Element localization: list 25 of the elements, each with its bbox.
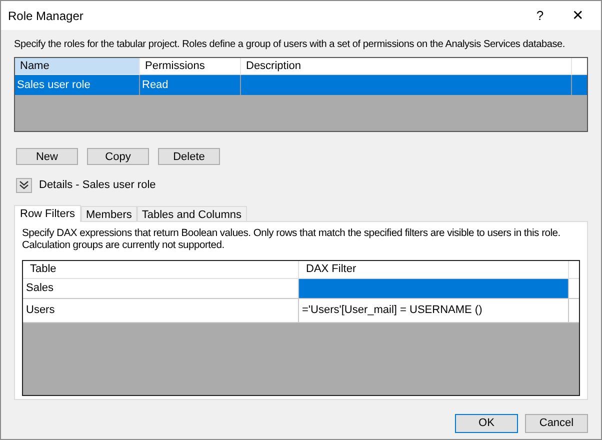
column-header[interactable]: DAX Filter bbox=[299, 260, 569, 278]
window-title: Role Manager bbox=[8, 8, 84, 24]
table-cell-text: Users bbox=[26, 302, 55, 318]
action-button[interactable]: Delete bbox=[158, 148, 220, 165]
action-button[interactable]: New bbox=[16, 148, 78, 165]
tab[interactable]: Members bbox=[81, 206, 137, 220]
table-cell-text: Sales bbox=[26, 280, 54, 296]
dax-filter-cell[interactable] bbox=[299, 278, 569, 298]
expand-toggle[interactable] bbox=[16, 178, 32, 193]
dialog-button[interactable]: Cancel bbox=[525, 414, 588, 432]
instruction-text: Specify the roles for the tabular project. Roles define a group of users with a set of permissions on the Analysis Services database. bbox=[14, 38, 565, 51]
tab[interactable]: Row Filters bbox=[14, 204, 82, 222]
action-button[interactable]: Copy bbox=[87, 148, 149, 165]
column-header[interactable]: Table bbox=[23, 260, 299, 278]
chevron-icon bbox=[19, 180, 29, 190]
dialog-button[interactable]: OK bbox=[455, 414, 518, 432]
tab[interactable]: Tables and Columns bbox=[136, 206, 247, 220]
table-cell-text: Sales user role bbox=[17, 78, 90, 93]
details-label: Details - Sales user role bbox=[39, 178, 156, 193]
description-text: Specify DAX expressions that return Boolean values. Only rows that match the specified filters are visible to users in this role. Calculation groups are currently not supported. bbox=[22, 228, 562, 252]
column-header[interactable]: Name bbox=[15, 58, 140, 74]
table-cell-text: Read bbox=[142, 78, 168, 93]
close-button[interactable]: ✕ bbox=[555, 1, 601, 30]
help-button[interactable]: ? bbox=[525, 1, 555, 30]
table-row[interactable]: Sales user role Read bbox=[15, 75, 587, 95]
